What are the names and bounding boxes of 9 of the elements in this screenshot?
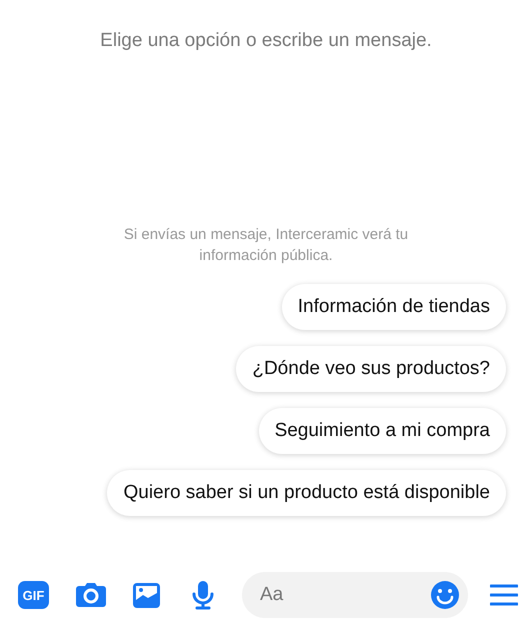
quick-reply-button[interactable]: ¿Dónde veo sus productos?: [236, 346, 506, 392]
gif-button[interactable]: GIF: [18, 581, 49, 609]
quick-reply-button[interactable]: Quiero saber si un producto está disponible: [107, 470, 506, 516]
prompt-text: Elige una opción o escribe un mensaje.: [99, 30, 433, 52]
quick-reply-button[interactable]: Seguimiento a mi compra: [258, 408, 506, 454]
message-field[interactable]: Aa: [242, 572, 468, 618]
quick-reply-button[interactable]: Información de tiendas: [282, 284, 506, 330]
privacy-notice: información pública.: [198, 246, 334, 266]
privacy-notice: Si envías un mensaje, Interceramic verá tu: [122, 225, 410, 245]
